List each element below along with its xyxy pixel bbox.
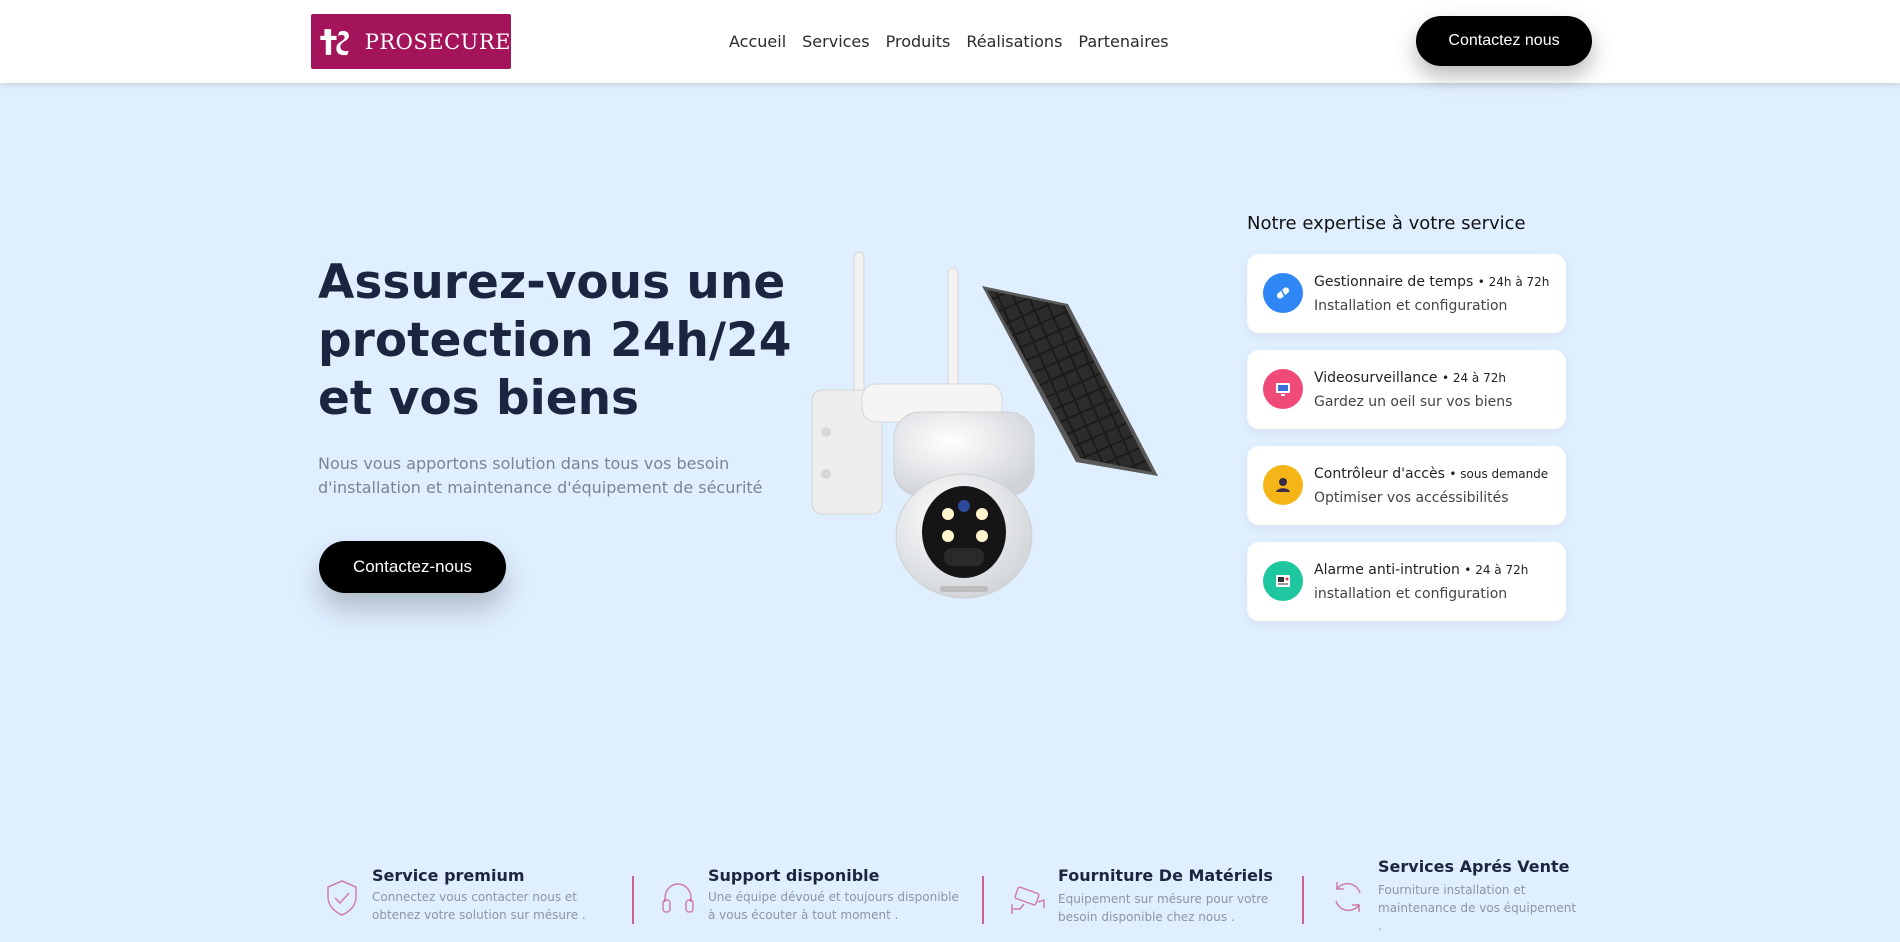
service-name: Contrôleur d'accès • sous demande <box>1314 466 1548 482</box>
service-name: Gestionnaire de temps • 24h à 72h <box>1314 274 1549 290</box>
nav-realisations[interactable]: Réalisations <box>966 32 1062 51</box>
feature-title: Service premium <box>372 866 525 885</box>
feature-services-apres-vente: Services Aprés Vente Fourniture installa… <box>1328 857 1628 937</box>
feature-text-line: Une équipe dévoué et toujours disponible <box>708 890 959 904</box>
nav-partenaires[interactable]: Partenaires <box>1078 32 1168 51</box>
alarm-icon <box>1263 561 1303 601</box>
service-name-label: Videosurveillance <box>1314 370 1438 386</box>
feature-text: Une équipe dévoué et toujours disponible… <box>708 888 959 924</box>
monitor-icon <box>1263 369 1303 409</box>
feature-title: Fourniture De Matériels <box>1058 866 1273 885</box>
brand-logo[interactable]: PROSECURE <box>311 14 511 69</box>
feature-text: Connectez vous contacter nous et obtenez… <box>372 888 586 924</box>
service-card-videosurveillance[interactable]: Videosurveillance • 24 à 72h Gardez un o… <box>1247 350 1566 429</box>
refresh-icon <box>1335 882 1361 912</box>
hero-title: Assurez-vous une protection 24h/24 et vo… <box>318 254 798 428</box>
contact-button[interactable]: Contactez nous <box>1416 16 1592 66</box>
service-name: Videosurveillance • 24 à 72h <box>1314 370 1506 386</box>
service-card-controleur[interactable]: Contrôleur d'accès • sous demande Optimi… <box>1247 446 1566 525</box>
logo-mark-icon <box>320 28 349 55</box>
site-header: PROSECURE Accueil Services Produits Réal… <box>0 0 1900 83</box>
pill-icon <box>1263 273 1303 313</box>
shield-check-icon <box>327 880 357 916</box>
hero-subtitle-line: Nous vous apportons solution dans tous v… <box>318 454 730 473</box>
service-desc: Optimiser vos accéssibilités <box>1314 490 1509 506</box>
service-desc: Installation et configuration <box>1314 298 1508 314</box>
service-time: • sous demande <box>1449 467 1549 481</box>
hero-title-line: protection 24h/24 <box>318 313 792 368</box>
feature-title: Support disponible <box>708 866 880 885</box>
nav-accueil[interactable]: Accueil <box>729 32 786 51</box>
feature-text-line: besoin disponible chez nous . <box>1058 910 1235 924</box>
hero-subtitle-line: d'installation et maintenance d'équipeme… <box>318 478 763 497</box>
security-camera-image <box>811 251 1158 599</box>
service-card-gestionnaire[interactable]: Gestionnaire de temps • 24h à 72h Instal… <box>1247 254 1566 333</box>
feature-support-disponible: Support disponible Une équipe dévoué et … <box>658 866 978 926</box>
feature-text-line: Fourniture installation et <box>1378 883 1526 897</box>
feature-title: Services Aprés Vente <box>1378 857 1570 876</box>
brand-name: PROSECURE <box>364 29 511 54</box>
service-time: • 24 à 72h <box>1464 563 1529 577</box>
nav-services[interactable]: Services <box>802 32 869 51</box>
service-name-label: Gestionnaire de temps <box>1314 274 1474 290</box>
service-card-alarme[interactable]: Alarme anti-intrution • 24 à 72h install… <box>1247 542 1566 621</box>
service-time: • 24h à 72h <box>1477 275 1550 289</box>
service-desc: Gardez un oeil sur vos biens <box>1314 394 1513 410</box>
hero-subtitle: Nous vous apportons solution dans tous v… <box>318 452 788 500</box>
user-icon <box>1263 465 1303 505</box>
cctv-icon <box>1011 886 1045 914</box>
service-name-label: Contrôleur d'accès <box>1314 466 1445 482</box>
feature-text: Fourniture installation et maintenance d… <box>1378 881 1576 935</box>
service-name: Alarme anti-intrution • 24 à 72h <box>1314 562 1528 578</box>
headset-icon <box>662 883 694 913</box>
hero-title-line: Assurez-vous une <box>318 255 786 310</box>
hero-title-line: et vos biens <box>318 371 640 426</box>
feature-service-premium: Service premium Connectez vous contacter… <box>322 866 612 926</box>
hero-contact-button[interactable]: Contactez-nous <box>319 541 506 593</box>
feature-fourniture-materiels: Fourniture De Matériels Equipement sur m… <box>1008 866 1298 928</box>
service-name-label: Alarme anti-intrution <box>1314 562 1460 578</box>
feature-divider <box>632 876 634 924</box>
expertise-title: Notre expertise à votre service <box>1247 213 1526 234</box>
feature-text-line: . <box>1378 919 1382 933</box>
feature-text: Equipement sur mésure pour votre besoin … <box>1058 890 1268 926</box>
feature-text-line: obtenez votre solution sur mésure . <box>372 908 586 922</box>
main-nav: Accueil Services Produits Réalisations P… <box>729 32 1169 51</box>
feature-divider <box>1302 876 1304 924</box>
feature-text-line: maintenance de vos équipement <box>1378 901 1577 915</box>
feature-text-line: à vous écouter à tout moment . <box>708 908 899 922</box>
service-time: • 24 à 72h <box>1441 371 1506 385</box>
nav-produits[interactable]: Produits <box>886 32 951 51</box>
feature-divider <box>982 876 984 924</box>
feature-text-line: Connectez vous contacter nous et <box>372 890 577 904</box>
service-desc: installation et configuration <box>1314 586 1508 602</box>
feature-text-line: Equipement sur mésure pour votre <box>1058 892 1269 906</box>
